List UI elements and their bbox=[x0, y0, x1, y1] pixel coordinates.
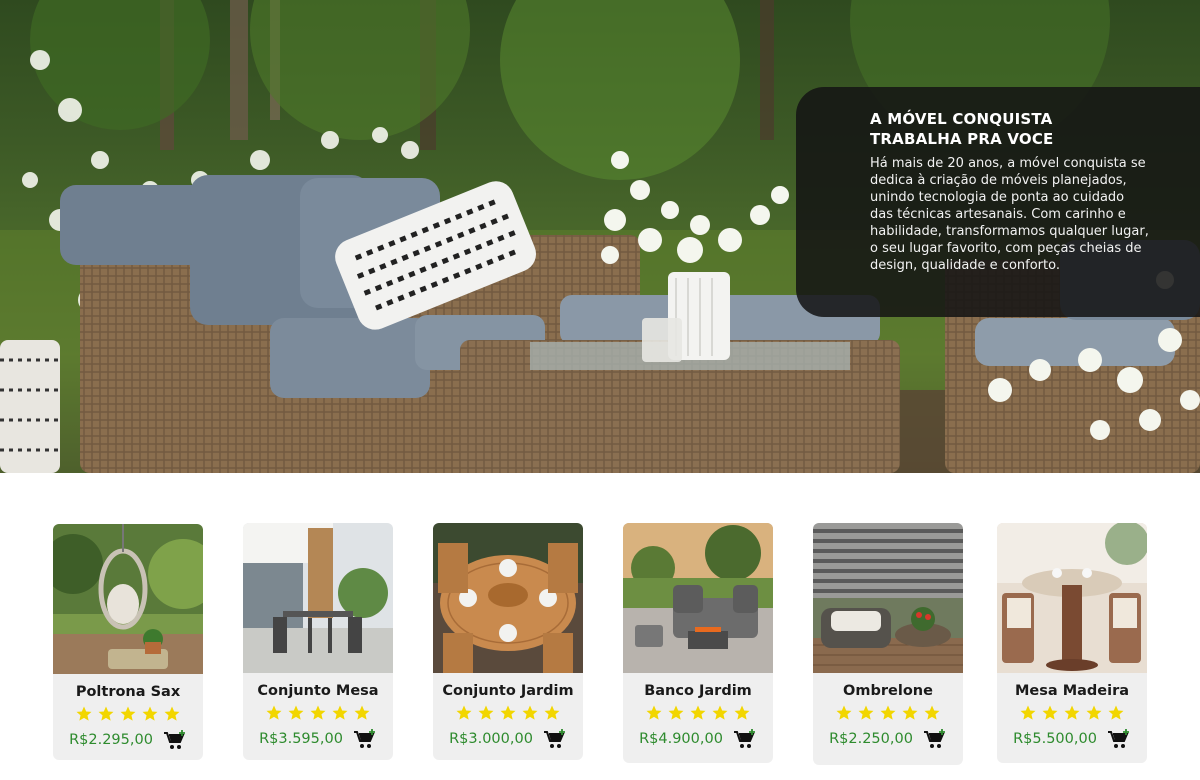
hero-info-panel: A MÓVEL CONQUISTA TRABALHA PRA VOCE Há m… bbox=[796, 87, 1200, 317]
star-icon bbox=[142, 706, 158, 721]
star-icon bbox=[902, 705, 918, 720]
cart-add-icon[interactable] bbox=[923, 728, 947, 750]
rating-stars bbox=[997, 704, 1147, 722]
product-card[interactable]: Conjunto Mesa R$3.595,00 bbox=[243, 523, 393, 760]
star-icon bbox=[500, 705, 516, 720]
star-icon bbox=[734, 705, 750, 720]
product-list: Poltrona Sax R$2.295,00 Conjunto Mesa R$… bbox=[0, 473, 1200, 780]
hero-description: Há mais de 20 anos, a móvel conquista se… bbox=[870, 156, 1149, 273]
star-icon bbox=[522, 705, 538, 720]
star-icon bbox=[332, 705, 348, 720]
star-icon bbox=[120, 706, 136, 721]
product-card[interactable]: Banco Jardim R$4.900,00 bbox=[623, 523, 773, 763]
star-icon bbox=[1020, 705, 1036, 720]
rating-stars bbox=[813, 704, 963, 722]
star-icon bbox=[266, 705, 282, 720]
product-footer: R$2.250,00 bbox=[813, 728, 963, 750]
product-photo bbox=[53, 524, 203, 674]
rating-stars bbox=[53, 705, 203, 723]
rating-stars bbox=[243, 704, 393, 722]
product-footer: R$2.295,00 bbox=[53, 729, 203, 751]
star-icon bbox=[98, 706, 114, 721]
star-icon bbox=[690, 705, 706, 720]
star-icon bbox=[164, 706, 180, 721]
product-card[interactable]: Poltrona Sax R$2.295,00 bbox=[53, 524, 203, 760]
star-icon bbox=[924, 705, 940, 720]
rating-stars bbox=[433, 704, 583, 722]
product-card[interactable]: Conjunto Jardim R$3.000,00 bbox=[433, 523, 583, 760]
product-photo bbox=[433, 523, 583, 673]
product-name: Poltrona Sax bbox=[75, 684, 181, 700]
star-icon bbox=[1064, 705, 1080, 720]
star-icon bbox=[1042, 705, 1058, 720]
star-icon bbox=[310, 705, 326, 720]
cart-add-icon[interactable] bbox=[353, 728, 377, 750]
star-icon bbox=[544, 705, 560, 720]
rating-stars bbox=[623, 704, 773, 722]
star-icon bbox=[76, 706, 92, 721]
product-card[interactable]: Ombrelone R$2.250,00 bbox=[813, 523, 963, 765]
star-icon bbox=[1108, 705, 1124, 720]
hero-title: A MÓVEL CONQUISTA TRABALHA PRA VOCE bbox=[870, 110, 1054, 148]
product-price: R$3.000,00 bbox=[449, 731, 533, 747]
product-photo bbox=[997, 523, 1147, 673]
star-icon bbox=[288, 705, 304, 720]
star-icon bbox=[668, 705, 684, 720]
product-name: Mesa Madeira bbox=[1014, 683, 1130, 699]
product-name: Ombrelone bbox=[843, 683, 933, 699]
star-icon bbox=[456, 705, 472, 720]
star-icon bbox=[712, 705, 728, 720]
product-name: Conjunto Mesa bbox=[257, 683, 379, 699]
star-icon bbox=[880, 705, 896, 720]
product-price: R$3.595,00 bbox=[259, 731, 343, 747]
product-footer: R$3.595,00 bbox=[243, 728, 393, 750]
cart-add-icon[interactable] bbox=[543, 728, 567, 750]
product-footer: R$5.500,00 bbox=[997, 728, 1147, 750]
hero-banner: A MÓVEL CONQUISTA TRABALHA PRA VOCE Há m… bbox=[0, 0, 1200, 473]
star-icon bbox=[858, 705, 874, 720]
cart-add-icon[interactable] bbox=[163, 729, 187, 751]
product-price: R$2.250,00 bbox=[829, 731, 913, 747]
product-name: Conjunto Jardim bbox=[442, 683, 574, 699]
product-name: Banco Jardim bbox=[644, 683, 752, 699]
product-card[interactable]: Mesa Madeira R$5.500,00 bbox=[997, 523, 1147, 763]
product-photo bbox=[243, 523, 393, 673]
product-photo bbox=[623, 523, 773, 673]
star-icon bbox=[354, 705, 370, 720]
star-icon bbox=[1086, 705, 1102, 720]
star-icon bbox=[646, 705, 662, 720]
star-icon bbox=[836, 705, 852, 720]
cart-add-icon[interactable] bbox=[733, 728, 757, 750]
product-price: R$5.500,00 bbox=[1013, 731, 1097, 747]
product-price: R$4.900,00 bbox=[639, 731, 723, 747]
cart-add-icon[interactable] bbox=[1107, 728, 1131, 750]
product-footer: R$3.000,00 bbox=[433, 728, 583, 750]
product-price: R$2.295,00 bbox=[69, 732, 153, 748]
product-footer: R$4.900,00 bbox=[623, 728, 773, 750]
product-photo bbox=[813, 523, 963, 673]
star-icon bbox=[478, 705, 494, 720]
